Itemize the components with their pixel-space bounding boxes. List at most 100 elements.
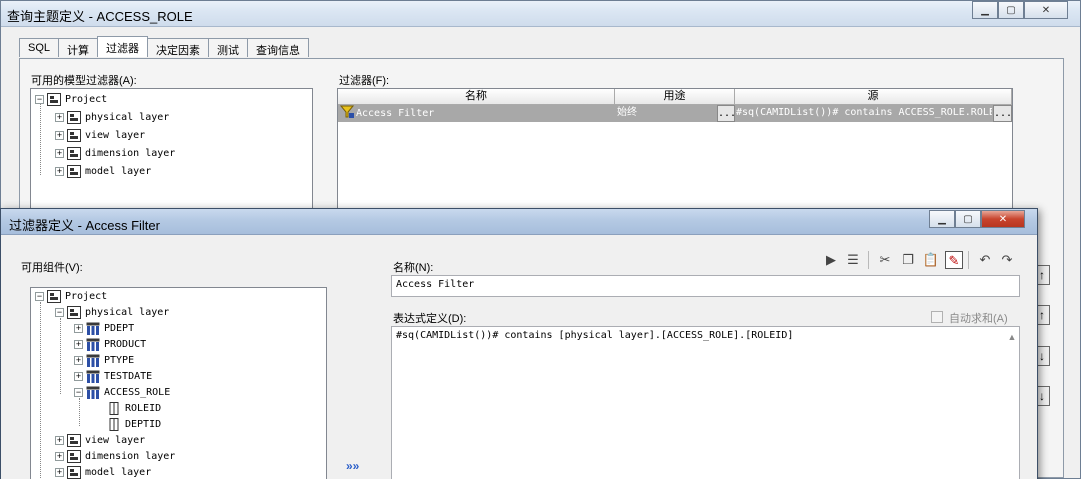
tree-node-access-role[interactable]: − ACCESS_ROLE [74, 384, 170, 400]
close-icon: ✕ [1041, 4, 1051, 16]
folder-icon [67, 305, 81, 319]
close-button[interactable]: ✕ [981, 210, 1025, 228]
tree-node-dimension-layer[interactable]: + dimension layer [55, 145, 175, 161]
maximize-button[interactable]: ▢ [998, 1, 1024, 19]
tree-node-physical-layer[interactable]: − physical layer [55, 304, 169, 320]
filter-icon [340, 105, 356, 122]
folder-icon [67, 110, 81, 124]
tree-node-model-layer[interactable]: + model layer [55, 163, 151, 179]
folder-icon [67, 433, 81, 447]
maximize-button[interactable]: ▢ [955, 210, 981, 228]
available-components-label: 可用组件(V): [21, 262, 83, 274]
tree-node-physical-layer[interactable]: + physical layer [55, 109, 169, 125]
tree-node-dimension-layer[interactable]: + dimension layer [55, 448, 175, 464]
query-subject-icon [86, 370, 100, 383]
tree-node-roleid[interactable]: ROLEID [107, 400, 161, 416]
expand-icon: + [74, 370, 83, 381]
back-window-controls: ▁ ▢ ✕ [972, 1, 1068, 19]
column-icon [107, 401, 121, 415]
tab-sql[interactable]: SQL [19, 38, 60, 57]
tab-determinants[interactable]: 决定因素 [147, 38, 210, 57]
tree-node-pdept[interactable]: + PDEPT [74, 320, 134, 336]
copy-icon[interactable]: ❐ [899, 251, 917, 269]
tree-node-ptype[interactable]: + PTYPE [74, 352, 134, 368]
source-ellipsis-button[interactable]: ... [993, 105, 1012, 122]
undo-icon[interactable]: ↶ [976, 251, 994, 269]
tree-node-project[interactable]: − Project [35, 288, 107, 304]
expression-label: 表达式定义(D): [393, 313, 467, 325]
tab-calculations[interactable]: 计算 [58, 38, 99, 57]
dialog-window-controls: ▁ ▢ ✕ [929, 210, 1025, 228]
column-header-usage[interactable]: 用途 [615, 89, 735, 105]
components-tree[interactable]: − Project − physical layer + PDEPT + PRO… [30, 287, 327, 479]
tree-node-view-layer[interactable]: + view layer [55, 127, 145, 143]
expand-icon: + [74, 354, 83, 365]
column-header-name[interactable]: 名称 [338, 89, 615, 105]
maximize-icon: ▢ [1006, 4, 1016, 16]
expression-text: #sq(CAMIDList())# contains [physical lay… [396, 330, 794, 341]
tab-strip: SQL 计算 过滤器 决定因素 测试 查询信息 [19, 36, 310, 58]
expand-icon: + [55, 165, 64, 176]
filters-grid[interactable]: 名称 用途 源 Access Filter 始终 ... #sq(CAMIDLi… [337, 88, 1013, 218]
collapse-icon: − [35, 93, 44, 104]
minimize-button[interactable]: ▁ [929, 210, 955, 228]
expand-icon: + [55, 434, 64, 445]
paste-icon[interactable]: 📋 [922, 251, 940, 269]
filter-definition-dialog: 过滤器定义 - Access Filter ▁ ▢ ✕ 可用组件(V): 名称(… [0, 208, 1038, 479]
minimize-icon: ▁ [981, 4, 989, 16]
column-header-source[interactable]: 源 [735, 89, 1012, 105]
redo-icon[interactable]: ↷ [998, 251, 1016, 269]
tree-node-model-layer[interactable]: + model layer [55, 464, 151, 479]
filter-usage-cell[interactable]: 始终 [617, 105, 715, 122]
model-filters-tree[interactable]: − Project + physical layer + view layer … [30, 88, 313, 213]
expression-editor[interactable]: #sq(CAMIDList())# contains [physical lay… [391, 326, 1020, 479]
table-row[interactable]: Access Filter 始终 ... #sq(CAMIDList())# c… [338, 105, 1012, 122]
insert-arrow-button[interactable]: »» [346, 459, 359, 473]
folder-icon [67, 164, 81, 178]
collapse-icon: − [35, 290, 44, 301]
list-icon[interactable]: ☰ [844, 251, 862, 269]
tree-node-project[interactable]: − Project [35, 91, 107, 107]
name-label: 名称(N): [393, 262, 434, 274]
edit-icon[interactable]: ✎ [945, 251, 963, 269]
tab-query-info[interactable]: 查询信息 [247, 38, 310, 57]
query-subject-icon [86, 354, 100, 367]
tree-node-deptid[interactable]: DEPTID [107, 416, 161, 432]
query-subject-icon [86, 322, 100, 335]
expand-icon: + [74, 322, 83, 333]
tab-test[interactable]: 测试 [208, 38, 249, 57]
folder-icon [47, 289, 61, 303]
tree-node-view-layer[interactable]: + view layer [55, 432, 145, 448]
scroll-up-icon[interactable]: ▲ [1005, 330, 1019, 344]
auto-sum-checkbox[interactable] [931, 311, 943, 323]
close-button[interactable]: ✕ [1024, 1, 1068, 19]
column-icon [107, 417, 121, 431]
filters-label: 过滤器(F): [339, 75, 390, 87]
folder-icon [67, 128, 81, 142]
tab-filters[interactable]: 过滤器 [97, 36, 149, 57]
expand-icon: + [55, 147, 64, 158]
back-titlebar: 查询主题定义 - ACCESS_ROLE ▁ ▢ ✕ [1, 1, 1080, 27]
folder-icon [67, 465, 81, 479]
close-icon: ✕ [998, 213, 1008, 225]
expand-icon: + [55, 111, 64, 122]
usage-ellipsis-button[interactable]: ... [717, 105, 735, 122]
collapse-icon: − [55, 306, 64, 317]
folder-icon [67, 449, 81, 463]
filter-name-cell: Access Filter [356, 107, 435, 119]
name-input[interactable]: Access Filter [391, 275, 1020, 297]
available-filters-label: 可用的模型过滤器(A): [31, 75, 137, 87]
maximize-icon: ▢ [963, 213, 973, 225]
minimize-button[interactable]: ▁ [972, 1, 998, 19]
run-icon[interactable]: ▶ [822, 251, 840, 269]
filter-source-cell[interactable]: #sq(CAMIDList())# contains ACCESS_ROLE.R… [736, 105, 992, 122]
query-subject-icon [86, 386, 100, 399]
folder-icon [47, 92, 61, 106]
expand-icon: + [55, 450, 64, 461]
expand-icon: + [74, 338, 83, 349]
tree-node-testdate[interactable]: + TESTDATE [74, 368, 152, 384]
cut-icon[interactable]: ✂ [876, 251, 894, 269]
tree-node-product[interactable]: + PRODUCT [74, 336, 146, 352]
dialog-title: 过滤器定义 - Access Filter [9, 218, 160, 233]
auto-sum-label: 自动求和(A) [949, 313, 1008, 325]
